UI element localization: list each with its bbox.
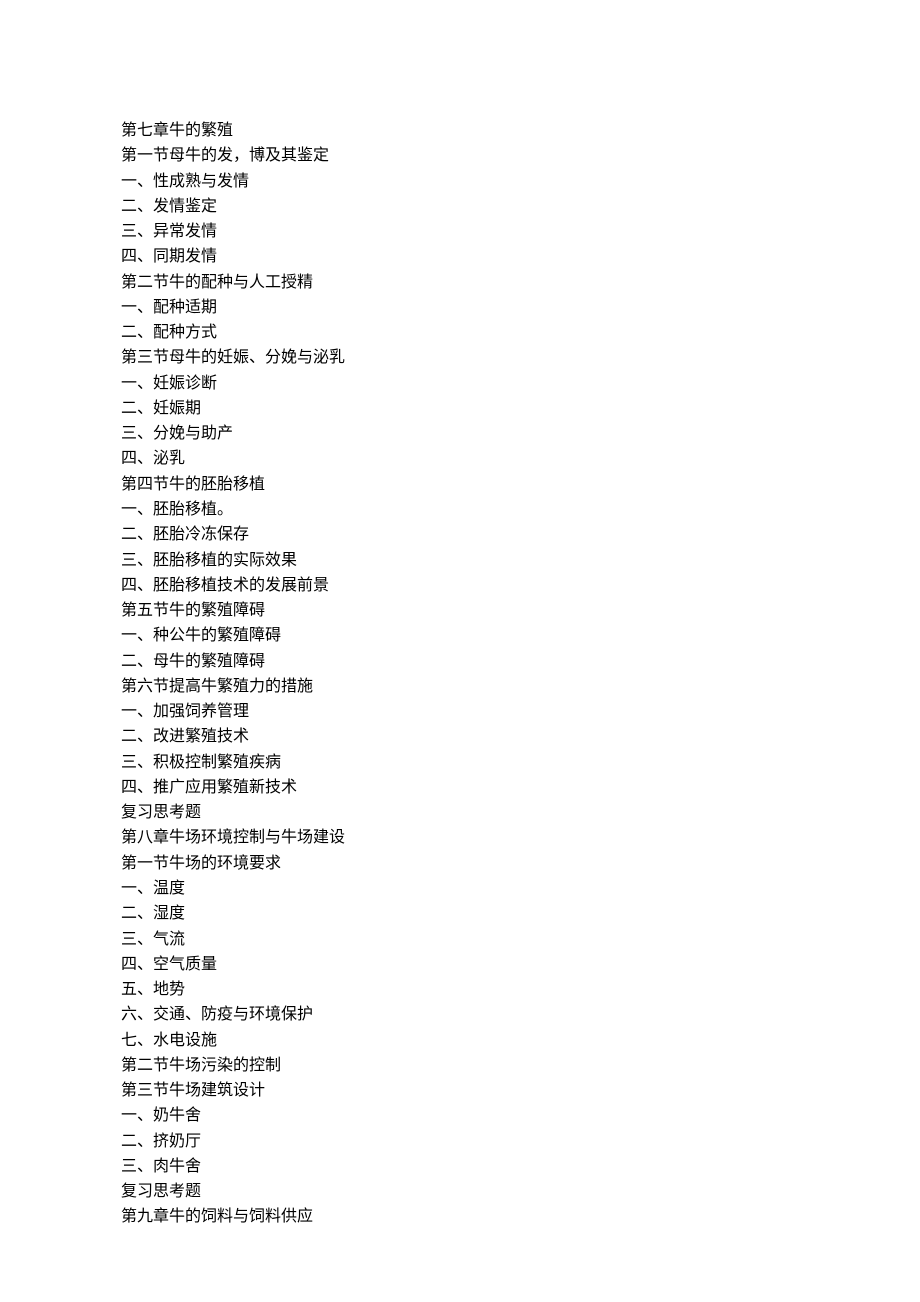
toc-line: 四、胚胎移植技术的发展前景 — [121, 573, 920, 598]
toc-line: 三、肉牛舍 — [121, 1154, 920, 1179]
toc-line: 四、同期发情 — [121, 244, 920, 269]
toc-line: 一、奶牛舍 — [121, 1103, 920, 1128]
toc-line: 第六节提高牛繁殖力的措施 — [121, 674, 920, 699]
toc-line: 复习思考题 — [121, 800, 920, 825]
toc-line: 第二节牛的配种与人工授精 — [121, 270, 920, 295]
toc-line: 一、温度 — [121, 876, 920, 901]
toc-line: 二、挤奶厅 — [121, 1129, 920, 1154]
toc-line: 三、分娩与助产 — [121, 421, 920, 446]
toc-line: 七、水电设施 — [121, 1028, 920, 1053]
toc-line: 第九章牛的饲料与饲料供应 — [121, 1204, 920, 1229]
toc-line: 二、母牛的繁殖障碍 — [121, 649, 920, 674]
toc-line: 二、配种方式 — [121, 320, 920, 345]
toc-line: 第四节牛的胚胎移植 — [121, 472, 920, 497]
toc-line: 二、胚胎冷冻保存 — [121, 522, 920, 547]
toc-line: 三、异常发情 — [121, 219, 920, 244]
toc-line: 二、发情鉴定 — [121, 194, 920, 219]
toc-line: 三、积极控制繁殖疾病 — [121, 750, 920, 775]
toc-line: 四、空气质量 — [121, 952, 920, 977]
toc-line: 三、胚胎移植的实际效果 — [121, 548, 920, 573]
toc-line: 六、交通、防疫与环境保护 — [121, 1002, 920, 1027]
toc-line: 第三节母牛的妊娠、分娩与泌乳 — [121, 345, 920, 370]
toc-line: 一、妊娠诊断 — [121, 371, 920, 396]
toc-line: 第一节牛场的环境要求 — [121, 851, 920, 876]
toc-line: 第一节母牛的发，博及其鉴定 — [121, 143, 920, 168]
toc-line: 五、地势 — [121, 977, 920, 1002]
toc-line: 二、改进繁殖技术 — [121, 724, 920, 749]
toc-line: 四、推广应用繁殖新技术 — [121, 775, 920, 800]
toc-line: 第二节牛场污染的控制 — [121, 1053, 920, 1078]
toc-line: 第八章牛场环境控制与牛场建设 — [121, 825, 920, 850]
toc-line: 一、种公牛的繁殖障碍 — [121, 623, 920, 648]
toc-line: 三、气流 — [121, 927, 920, 952]
toc-line: 一、加强饲养管理 — [121, 699, 920, 724]
toc-line: 一、性成熟与发情 — [121, 169, 920, 194]
toc-line: 一、胚胎移植。 — [121, 497, 920, 522]
toc-line: 二、湿度 — [121, 901, 920, 926]
document-content: 第七章牛的繁殖 第一节母牛的发，博及其鉴定 一、性成熟与发情 二、发情鉴定 三、… — [121, 118, 920, 1230]
toc-line: 四、泌乳 — [121, 446, 920, 471]
toc-line: 第五节牛的繁殖障碍 — [121, 598, 920, 623]
toc-line: 一、配种适期 — [121, 295, 920, 320]
toc-line: 二、妊娠期 — [121, 396, 920, 421]
toc-line: 第三节牛场建筑设计 — [121, 1078, 920, 1103]
toc-line: 第七章牛的繁殖 — [121, 118, 920, 143]
toc-line: 复习思考题 — [121, 1179, 920, 1204]
